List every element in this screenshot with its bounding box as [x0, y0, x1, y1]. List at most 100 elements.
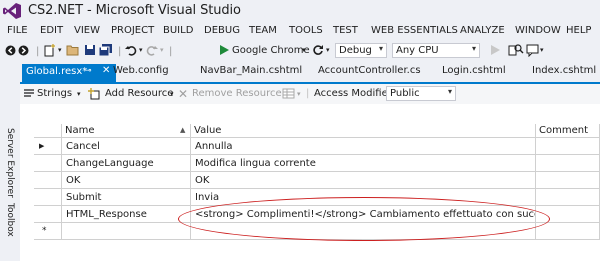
column-header-comment[interactable]: Comment [536, 124, 600, 138]
tab-account-controller[interactable]: AccountController.cs [318, 65, 421, 76]
cell-name[interactable]: Cancel [62, 138, 191, 155]
strings-icon [24, 89, 34, 97]
toolbar-separator: | [306, 88, 310, 99]
grid-corner-header [34, 124, 62, 138]
browser-dropdown-icon[interactable]: ▾ [302, 46, 306, 54]
save-icon[interactable] [84, 44, 96, 56]
refresh-icon[interactable] [312, 44, 324, 56]
menu-file[interactable]: FILE [7, 25, 28, 36]
views-icon[interactable] [282, 88, 295, 99]
separator-3: | [169, 46, 173, 57]
cell-comment[interactable] [536, 138, 600, 155]
column-header-comment-label: Comment [539, 125, 588, 136]
menu-window[interactable]: WINDOW [515, 25, 561, 36]
cell-name[interactable]: Submit [62, 189, 191, 206]
cell-comment[interactable] [536, 206, 600, 223]
add-resource-icon [88, 88, 100, 100]
cell-name[interactable]: OK [62, 172, 191, 189]
tab-navbar-main[interactable]: NavBar_Main.cshtml [200, 65, 302, 76]
cell-comment[interactable] [536, 189, 600, 206]
new-project-icon[interactable] [44, 44, 56, 57]
chevron-down-icon[interactable]: ▾ [170, 90, 174, 98]
tab-login[interactable]: Login.cshtml [442, 65, 506, 76]
cell-value[interactable]: Annulla [191, 138, 536, 155]
row-header[interactable] [34, 155, 62, 172]
refresh-dropdown-icon[interactable]: ▾ [326, 46, 330, 54]
chevron-down-icon[interactable]: ▾ [77, 90, 81, 98]
cell-value[interactable]: Invia [191, 189, 536, 206]
comment-icon[interactable] [526, 43, 540, 57]
separator-2: | [118, 46, 122, 57]
column-header-value[interactable]: Value [191, 124, 536, 138]
cell-value[interactable]: OK [191, 172, 536, 189]
menu-debug[interactable]: DEBUG [204, 25, 240, 36]
menu-help[interactable]: HELP [566, 25, 591, 36]
remove-resource-button[interactable]: Remove Resource [192, 88, 282, 99]
menu-edit[interactable]: EDIT [40, 25, 63, 36]
row-header[interactable] [34, 189, 62, 206]
redo-icon[interactable] [146, 44, 158, 56]
undo-dropdown-icon[interactable]: ▾ [139, 46, 143, 54]
title-bar: CS2.NET - Microsoft Visual Studio [0, 0, 600, 22]
solution-config-value: Debug [339, 45, 372, 56]
menu-view[interactable]: VIEW [74, 25, 100, 36]
tab-index[interactable]: Index.cshtml [532, 65, 596, 76]
new-row-cell-comment[interactable] [536, 223, 600, 240]
document-tab-bar: Global.resx* ⊸ ✕ Web.config NavBar_Main.… [20, 62, 600, 82]
window-title: CS2.NET - Microsoft Visual Studio [28, 3, 241, 18]
separator-1: | [36, 46, 40, 57]
start-debug-icon[interactable] [491, 45, 500, 55]
access-modifier-select[interactable]: Public ▾ [386, 86, 456, 101]
undo-icon[interactable] [125, 44, 137, 56]
menu-test[interactable]: TEST [333, 25, 358, 36]
solution-platform-value: Any CPU [396, 45, 439, 56]
strings-dropdown[interactable]: Strings [37, 88, 72, 99]
menu-team[interactable]: TEAM [249, 25, 277, 36]
chevron-down-icon: ▾ [447, 87, 452, 96]
close-icon[interactable]: ✕ [102, 65, 110, 76]
new-row-header[interactable]: * [34, 223, 62, 240]
menu-analyze[interactable]: ANALYZE [460, 25, 505, 36]
sort-ascending-icon: ▲ [180, 126, 186, 134]
run-icon[interactable] [220, 45, 229, 55]
remove-resource-icon: ✕ [178, 87, 189, 101]
row-header[interactable] [34, 172, 62, 189]
redo-dropdown-icon[interactable]: ▾ [160, 46, 164, 54]
visual-studio-logo-icon [3, 3, 21, 19]
cell-value[interactable]: <strong> Complimenti!</strong> Cambiamen… [191, 206, 536, 223]
tab-label: Global.resx* [26, 66, 88, 77]
pin-icon[interactable]: ⊸ [84, 66, 92, 76]
row-header[interactable]: ▶ [34, 138, 62, 155]
menu-build[interactable]: BUILD [163, 25, 193, 36]
browser-label[interactable]: Google Chrome [232, 45, 310, 56]
row-header[interactable] [34, 206, 62, 223]
solution-config-select[interactable]: Debug ▾ [335, 43, 387, 58]
open-folder-icon[interactable] [66, 44, 80, 56]
current-row-indicator-icon: ▶ [39, 142, 45, 150]
side-tool-window-strip: Server Explorer Toolbox [0, 62, 20, 261]
menu-tools[interactable]: TOOLS [289, 25, 323, 36]
cell-name[interactable]: HTML_Response [62, 206, 191, 223]
server-explorer-tab[interactable]: Server Explorer [5, 128, 15, 198]
toolbar-overflow-icon[interactable]: ▾ [540, 46, 544, 54]
views-dropdown-icon[interactable]: ▾ [297, 90, 301, 98]
new-row-cell-value[interactable] [191, 223, 536, 240]
menu-web-essentials[interactable]: WEB ESSENTIALS [371, 25, 458, 36]
new-dropdown-icon[interactable]: ▾ [58, 46, 62, 54]
column-header-name[interactable]: Name ▲ [62, 124, 191, 138]
save-all-icon[interactable] [99, 44, 113, 56]
new-row-cell-name[interactable] [62, 223, 191, 240]
tab-global-resx[interactable]: Global.resx* ⊸ ✕ [22, 64, 116, 82]
solution-platform-select[interactable]: Any CPU ▾ [392, 43, 480, 58]
cell-value[interactable]: Modifica lingua corrente [191, 155, 536, 172]
toolbox-tab[interactable]: Toolbox [5, 203, 15, 237]
menu-project[interactable]: PROJECT [111, 25, 154, 36]
cell-comment[interactable] [536, 172, 600, 189]
cell-comment[interactable] [536, 155, 600, 172]
forward-icon[interactable] [18, 45, 29, 56]
tab-web-config[interactable]: Web.config [113, 65, 169, 76]
add-resource-button[interactable]: Add Resource [105, 88, 173, 99]
find-in-files-icon[interactable] [508, 43, 524, 57]
back-icon[interactable] [5, 45, 16, 56]
cell-name[interactable]: ChangeLanguage [62, 155, 191, 172]
